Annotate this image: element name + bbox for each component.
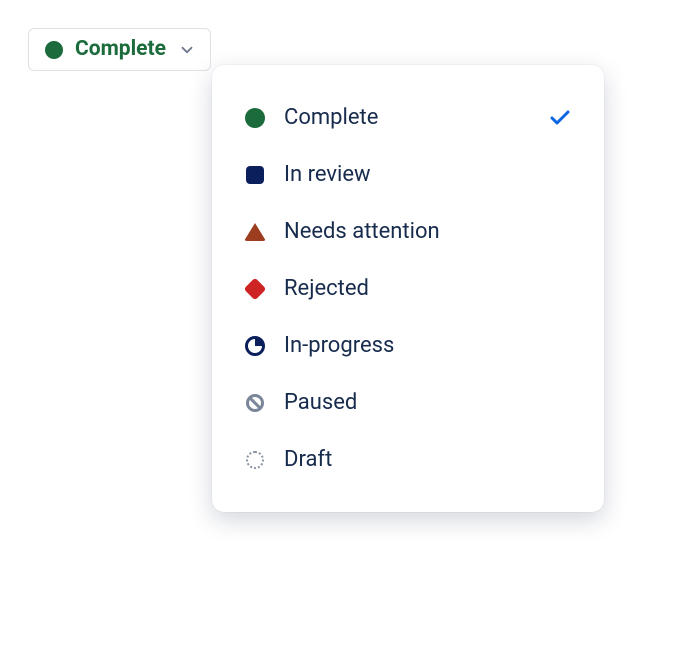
status-option-in-progress[interactable]: In-progress: [220, 317, 596, 374]
square-solid-icon: [244, 164, 266, 186]
chevron-down-icon: [178, 41, 196, 59]
status-option-needs-attention[interactable]: Needs attention: [220, 203, 596, 260]
status-option-paused[interactable]: Paused: [220, 374, 596, 431]
status-option-complete[interactable]: Complete: [220, 89, 596, 146]
slash-circle-icon: [244, 392, 266, 414]
dotted-circle-icon: [244, 449, 266, 471]
check-icon: [548, 106, 572, 130]
status-dropdown-menu: Complete In review Needs attention Rejected…: [212, 65, 604, 512]
status-option-label: In review: [284, 162, 572, 187]
status-option-in-review[interactable]: In review: [220, 146, 596, 203]
status-option-label: Complete: [284, 105, 530, 130]
pie-icon: [244, 335, 266, 357]
status-dot-icon: [45, 41, 63, 59]
status-option-label: Paused: [284, 390, 572, 415]
status-option-draft[interactable]: Draft: [220, 431, 596, 488]
status-option-label: Rejected: [284, 276, 572, 301]
status-dropdown-trigger[interactable]: Complete: [28, 28, 211, 71]
status-trigger-label: Complete: [75, 39, 166, 60]
diamond-icon: [244, 278, 266, 300]
status-option-label: Draft: [284, 447, 572, 472]
status-option-label: Needs attention: [284, 219, 572, 244]
circle-solid-icon: [244, 107, 266, 129]
status-option-label: In-progress: [284, 333, 572, 358]
triangle-icon: [244, 221, 266, 243]
status-option-rejected[interactable]: Rejected: [220, 260, 596, 317]
